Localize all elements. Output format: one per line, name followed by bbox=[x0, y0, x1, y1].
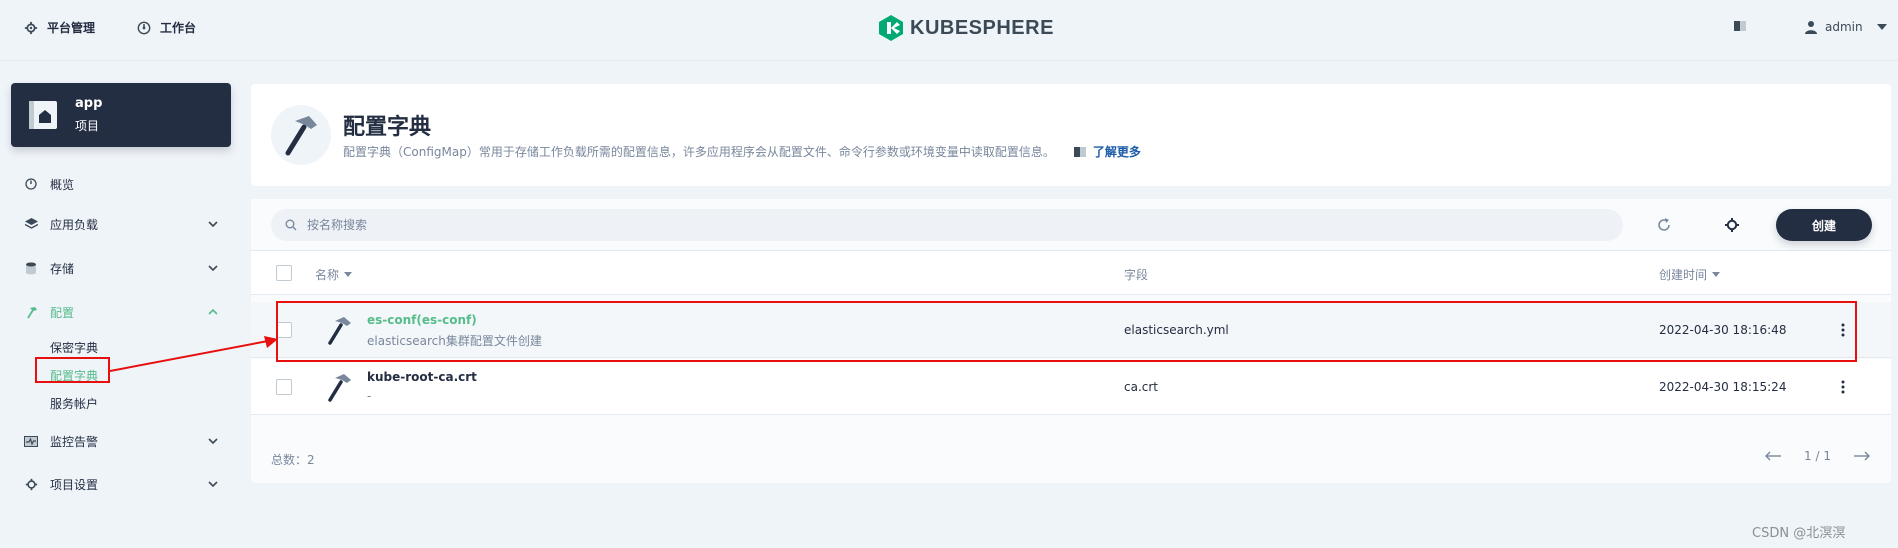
project-card[interactable]: app 项目 bbox=[11, 83, 231, 147]
project-icon bbox=[29, 101, 57, 129]
top-bar: 平台管理 工作台 KUBESPHERE admin bbox=[0, 0, 1898, 61]
annotation-nav-highlight bbox=[35, 357, 110, 383]
gear-icon bbox=[24, 21, 38, 34]
user-menu[interactable]: admin bbox=[1805, 20, 1887, 34]
column-header-created[interactable]: 创建时间 bbox=[1659, 266, 1721, 283]
sidebar-item-overview[interactable]: 概览 bbox=[24, 173, 220, 195]
search-icon bbox=[285, 219, 297, 231]
user-name: admin bbox=[1825, 20, 1863, 34]
hammer-icon bbox=[328, 374, 351, 402]
user-icon bbox=[1805, 21, 1817, 34]
gear-icon bbox=[25, 478, 37, 490]
chevron-down-icon bbox=[208, 481, 218, 488]
configmap-created: 2022-04-30 18:15:24 bbox=[1659, 380, 1787, 394]
sidebar-item-project-settings[interactable]: 项目设置 bbox=[24, 473, 220, 495]
configmap-name-link[interactable]: kube-root-ca.crt bbox=[367, 370, 477, 384]
sidebar-item-label: 概览 bbox=[50, 177, 75, 192]
caret-down-icon bbox=[344, 271, 353, 277]
column-header-name[interactable]: 名称 bbox=[315, 266, 353, 283]
learn-more-link[interactable]: 了解更多 bbox=[1073, 143, 1141, 160]
project-type: 项目 bbox=[75, 119, 100, 133]
watermark: CSDN @北溟溟 bbox=[1752, 526, 1846, 541]
database-icon bbox=[26, 262, 36, 274]
pagination: 1 / 1 bbox=[1764, 449, 1871, 463]
refresh-icon[interactable] bbox=[1656, 217, 1672, 233]
layers-icon bbox=[24, 218, 38, 229]
platform-menu[interactable]: 平台管理 bbox=[24, 19, 95, 36]
sidebar-item-workloads[interactable]: 应用负载 bbox=[24, 213, 220, 235]
workbench-label: 工作台 bbox=[160, 21, 197, 35]
chevron-down-icon bbox=[208, 221, 218, 228]
monitor-icon bbox=[24, 435, 38, 447]
search-input[interactable] bbox=[307, 218, 1587, 232]
platform-label: 平台管理 bbox=[47, 21, 96, 35]
hammer-icon bbox=[285, 116, 317, 156]
configmap-field: ca.crt bbox=[1124, 380, 1159, 394]
book-icon bbox=[1073, 146, 1086, 157]
sidebar-item-label: 项目设置 bbox=[50, 477, 99, 492]
chevron-up-icon bbox=[208, 308, 218, 315]
sidebar-item-config[interactable]: 配置 bbox=[24, 301, 220, 323]
annotation-arrow bbox=[109, 336, 278, 372]
sidebar-item-label: 应用负载 bbox=[50, 217, 99, 232]
dashboard-icon bbox=[137, 21, 151, 34]
dashboard-icon bbox=[25, 178, 37, 190]
create-button[interactable]: 创建 bbox=[1776, 209, 1872, 241]
column-header-label: 创建时间 bbox=[1659, 268, 1708, 282]
kubesphere-logo-icon bbox=[879, 15, 903, 41]
kubesphere-logo[interactable]: KUBESPHERE bbox=[878, 14, 1054, 42]
table-footer: 总数：2 1 / 1 bbox=[251, 433, 1891, 483]
sidebar-item-monitoring[interactable]: 监控告警 bbox=[24, 430, 220, 452]
column-header-field: 字段 bbox=[1124, 266, 1148, 283]
page-description: 配置字典（ConfigMap）常用于存储工作负载所需的配置信息，许多应用程序会从… bbox=[343, 143, 1141, 160]
docs-button[interactable] bbox=[1733, 20, 1747, 32]
book-icon bbox=[1734, 21, 1746, 31]
sidebar-item-label: 监控告警 bbox=[50, 434, 99, 449]
chevron-down-icon bbox=[208, 438, 218, 445]
arrow-left-icon[interactable] bbox=[1764, 451, 1782, 461]
column-header-label: 字段 bbox=[1124, 268, 1149, 282]
caret-down-icon bbox=[1712, 271, 1721, 277]
arrow-right-icon[interactable] bbox=[1853, 451, 1871, 461]
project-name: app bbox=[75, 96, 103, 111]
select-all-checkbox[interactable] bbox=[276, 265, 292, 281]
settings-icon[interactable] bbox=[1724, 217, 1740, 233]
search-bar[interactable] bbox=[271, 209, 1623, 241]
chevron-down-icon bbox=[208, 265, 218, 272]
total-count: 总数：2 bbox=[271, 453, 315, 467]
learn-more-label: 了解更多 bbox=[1092, 145, 1141, 159]
column-header-label: 名称 bbox=[315, 268, 340, 282]
more-icon[interactable] bbox=[1835, 379, 1851, 395]
table-row[interactable]: kube-root-ca.crt - ca.crt 2022-04-30 18:… bbox=[251, 359, 1891, 415]
row-checkbox[interactable] bbox=[276, 379, 292, 395]
page-info: 1 / 1 bbox=[1804, 449, 1831, 463]
hammer-icon bbox=[26, 306, 37, 318]
caret-down-icon bbox=[1876, 24, 1887, 30]
table-header: 名称 字段 创建时间 bbox=[251, 251, 1891, 295]
configmap-description: - bbox=[367, 389, 372, 403]
sidebar-item-label: 配置 bbox=[50, 305, 75, 320]
page-banner: 配置字典 配置字典（ConfigMap）常用于存储工作负载所需的配置信息，许多应… bbox=[251, 84, 1891, 186]
sidebar-subitem-secrets[interactable]: 保密字典 bbox=[50, 339, 98, 356]
sidebar-subitem-service-accounts[interactable]: 服务帐户 bbox=[50, 395, 98, 412]
sidebar-item-label: 存储 bbox=[50, 261, 75, 276]
logo-text: KUBESPHERE bbox=[910, 16, 1054, 39]
page-title: 配置字典 bbox=[343, 115, 432, 140]
table-toolbar: 创建 bbox=[251, 199, 1891, 251]
sidebar-item-storage[interactable]: 存储 bbox=[24, 257, 220, 279]
page-description-text: 配置字典（ConfigMap）常用于存储工作负载所需的配置信息，许多应用程序会从… bbox=[343, 145, 1055, 159]
banner-icon-wrap bbox=[271, 105, 331, 165]
annotation-row-highlight bbox=[276, 301, 1857, 362]
workbench-menu[interactable]: 工作台 bbox=[137, 19, 196, 36]
